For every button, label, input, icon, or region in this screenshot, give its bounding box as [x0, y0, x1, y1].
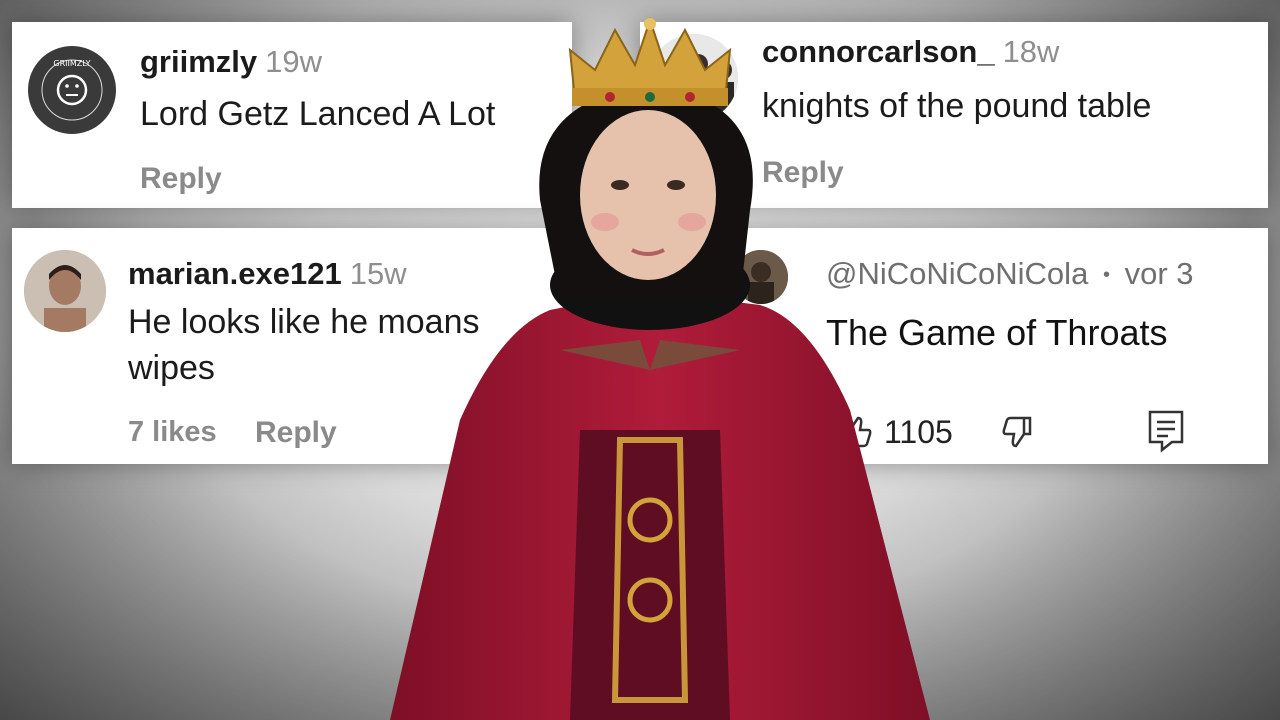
comment-text-line2: wipes: [128, 349, 215, 387]
avatar-text: GRIIMZLY: [53, 59, 90, 68]
portrait-photo-icon: [24, 250, 106, 332]
reply-icon[interactable]: [1146, 408, 1186, 454]
avatar[interactable]: [24, 250, 106, 332]
username-text[interactable]: griimzly: [140, 44, 257, 79]
separator: •: [1102, 264, 1110, 287]
comment-username[interactable]: marian.exe121 15w: [128, 256, 407, 292]
smiley-logo-icon: GRIIMZLY: [41, 59, 103, 121]
reply-button[interactable]: Reply: [255, 416, 337, 450]
thumbs-down-icon[interactable]: [994, 414, 1038, 454]
king-figure: [390, 16, 930, 720]
yt-time: vor 3: [1124, 256, 1194, 291]
comment-time: 18w: [1002, 34, 1060, 69]
embroidered-robe: [570, 430, 730, 720]
comment-time: 19w: [265, 44, 323, 79]
username-text[interactable]: marian.exe121: [128, 256, 342, 291]
golden-crown: [568, 16, 732, 106]
avatar[interactable]: GRIIMZLY: [28, 46, 116, 134]
reply-button[interactable]: Reply: [140, 162, 222, 196]
likes-count[interactable]: 7 likes: [128, 416, 217, 449]
comment-username[interactable]: griimzly 19w: [140, 44, 322, 80]
